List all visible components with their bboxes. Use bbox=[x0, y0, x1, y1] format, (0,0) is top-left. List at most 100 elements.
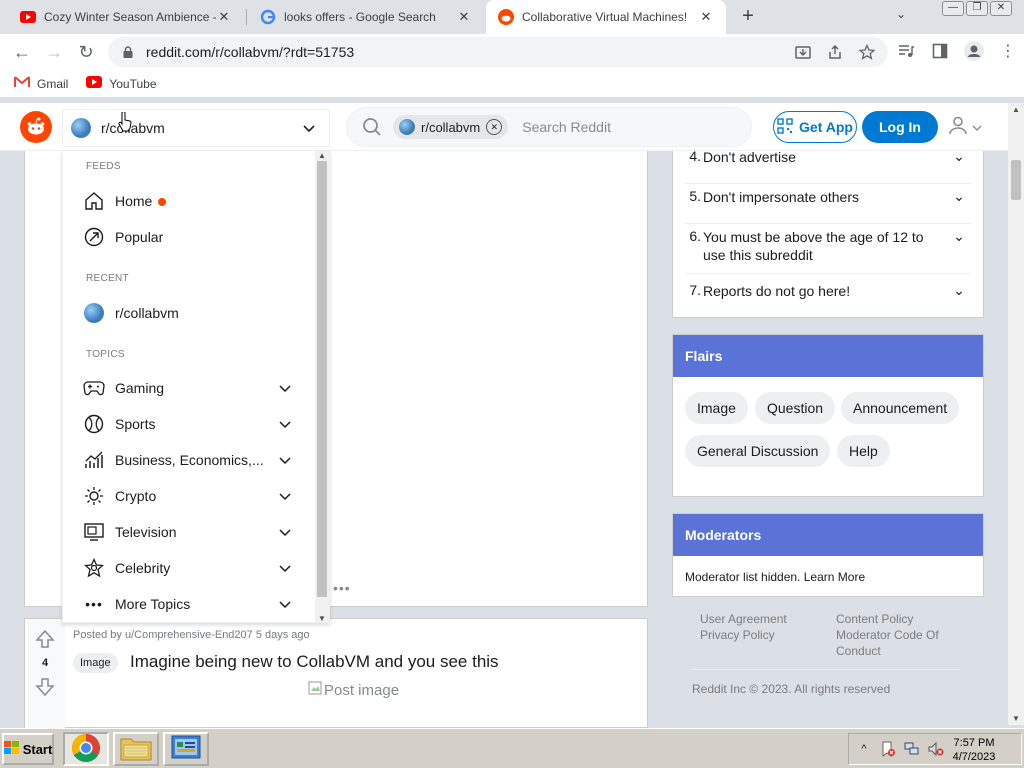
clear-chip-icon[interactable]: ✕ bbox=[486, 119, 503, 135]
get-app-button[interactable]: Get App bbox=[773, 111, 857, 143]
media-queue-icon[interactable] bbox=[896, 41, 916, 61]
search-bar[interactable]: r/collabvm ✕ Search Reddit bbox=[346, 107, 752, 147]
install-icon[interactable] bbox=[794, 43, 812, 61]
close-tab-icon[interactable]: ✕ bbox=[216, 9, 232, 25]
taskbar-control-panel[interactable] bbox=[163, 732, 209, 766]
tab-search-chevron-icon[interactable]: ⌄ bbox=[896, 7, 906, 21]
flair-general-discussion[interactable]: General Discussion bbox=[685, 435, 831, 467]
scroll-down-icon[interactable]: ▼ bbox=[315, 614, 329, 622]
clock-time: 7:57 PM bbox=[953, 737, 995, 749]
bookmark-star-icon[interactable] bbox=[858, 43, 876, 61]
side-panel-icon[interactable] bbox=[930, 41, 950, 61]
taskbar-chrome[interactable] bbox=[63, 732, 109, 766]
post-image[interactable]: Post image bbox=[308, 681, 399, 699]
dropdown-item-more-topics[interactable]: ••• More Topics bbox=[83, 592, 295, 616]
browser-menu-icon[interactable]: ⋮ bbox=[998, 41, 1018, 61]
network-icon[interactable] bbox=[903, 740, 921, 758]
scroll-up-icon[interactable]: ▲ bbox=[315, 151, 329, 160]
rule-item[interactable]: 6. You must be above the age of 12 to us… bbox=[685, 228, 971, 274]
dropdown-item-home[interactable]: Home bbox=[83, 189, 295, 213]
downvote-icon[interactable] bbox=[35, 677, 55, 697]
back-arrow-icon[interactable]: ← bbox=[10, 40, 34, 64]
tab-google-search[interactable]: looks offers - Google Search ✕ bbox=[248, 0, 484, 34]
address-bar[interactable]: reddit.com/r/collabvm/?rdt=51753 bbox=[108, 37, 888, 67]
search-input[interactable]: Search Reddit bbox=[522, 119, 611, 135]
dropdown-item-business[interactable]: Business, Economics,... bbox=[83, 448, 295, 472]
community-selector[interactable]: r/collabvm bbox=[62, 109, 330, 147]
dropdown-item-crypto[interactable]: Crypto bbox=[83, 484, 295, 508]
close-tab-icon[interactable]: ✕ bbox=[456, 9, 472, 25]
rule-text: You must be above the age of 12 to use t… bbox=[703, 229, 924, 263]
chevron-down-icon[interactable] bbox=[275, 416, 295, 432]
footer-link[interactable]: Privacy Policy bbox=[700, 627, 787, 643]
rule-item[interactable]: 4. Don't advertise ⌄ bbox=[685, 148, 971, 184]
bookmark-gmail[interactable]: Gmail bbox=[14, 76, 68, 91]
tv-icon bbox=[83, 521, 105, 543]
chevron-down-icon[interactable] bbox=[275, 524, 295, 540]
start-button[interactable]: Start bbox=[2, 733, 54, 765]
gamepad-icon bbox=[83, 377, 105, 399]
dropdown-item-television[interactable]: Television bbox=[83, 520, 295, 544]
chevron-down-icon[interactable] bbox=[275, 380, 295, 396]
search-community-chip[interactable]: r/collabvm ✕ bbox=[393, 115, 509, 139]
dropdown-item-label: Sports bbox=[115, 416, 156, 432]
search-icon bbox=[361, 116, 383, 138]
tab-collabvm[interactable]: Collaborative Virtual Machines! ✕ bbox=[486, 0, 726, 34]
recent-heading: RECENT bbox=[86, 273, 129, 284]
scrollbar-thumb[interactable] bbox=[1011, 160, 1021, 200]
clock-date: 4/7/2023 bbox=[952, 751, 996, 763]
taskbar-file-explorer[interactable] bbox=[113, 732, 159, 766]
dropdown-item-collabvm[interactable]: r/collabvm bbox=[83, 301, 295, 325]
footer-link[interactable]: Content Policy bbox=[836, 611, 939, 627]
chevron-down-icon[interactable] bbox=[275, 596, 295, 612]
dropdown-item-celebrity[interactable]: Celebrity bbox=[83, 556, 295, 580]
post-card[interactable]: 4 Posted by u/Comprehensive-End207 5 day… bbox=[24, 618, 648, 729]
reload-icon[interactable]: ↻ bbox=[74, 40, 98, 64]
upvote-icon[interactable] bbox=[35, 629, 55, 649]
post-flair[interactable]: Image bbox=[73, 653, 118, 673]
action-center-icon[interactable] bbox=[879, 740, 897, 758]
log-in-button[interactable]: Log In bbox=[862, 111, 938, 143]
new-tab-icon[interactable]: + bbox=[737, 5, 759, 27]
dropdown-item-gaming[interactable]: Gaming bbox=[83, 376, 295, 400]
share-icon[interactable] bbox=[826, 43, 844, 61]
user-menu[interactable] bbox=[948, 115, 982, 138]
footer-link[interactable]: Moderator Code Of bbox=[836, 627, 939, 643]
close-window-icon[interactable]: ✕ bbox=[990, 1, 1012, 16]
dropdown-item-popular[interactable]: Popular bbox=[83, 225, 295, 249]
rule-item[interactable]: 5. Don't impersonate others ⌄ bbox=[685, 188, 971, 224]
dropdown-scrollbar[interactable]: ▲ ▼ bbox=[315, 151, 329, 622]
clock[interactable]: 7:57 PM 4/7/2023 bbox=[949, 736, 999, 764]
more-options-icon[interactable]: ••• bbox=[333, 580, 351, 596]
rule-item[interactable]: 7. Reports do not go here! ⌄ bbox=[685, 282, 971, 310]
chevron-down-icon[interactable] bbox=[275, 488, 295, 504]
restore-icon[interactable]: ❐ bbox=[966, 1, 988, 16]
learn-more-link[interactable]: Learn More bbox=[804, 570, 865, 584]
flair-help[interactable]: Help bbox=[837, 435, 890, 467]
scroll-up-icon[interactable]: ▲ bbox=[1008, 105, 1024, 114]
bookmark-label: Gmail bbox=[37, 76, 69, 91]
page-scrollbar[interactable]: ▲ ▼ bbox=[1008, 103, 1024, 725]
window-controls: — ❐ ✕ bbox=[942, 1, 1012, 16]
profile-avatar-icon[interactable] bbox=[964, 41, 984, 61]
footer-link[interactable]: User Agreement bbox=[700, 611, 787, 627]
flair-announcement[interactable]: Announcement bbox=[841, 392, 960, 424]
chevron-down-icon: ⌄ bbox=[953, 188, 965, 204]
minimize-icon[interactable]: — bbox=[942, 1, 964, 16]
tab-youtube[interactable]: Cozy Winter Season Ambience - A ✕ bbox=[8, 0, 244, 34]
forward-arrow-icon[interactable]: → bbox=[42, 40, 66, 64]
post-title[interactable]: Imagine being new to CollabVM and you se… bbox=[130, 652, 499, 672]
volume-muted-icon[interactable] bbox=[927, 740, 945, 758]
bookmark-youtube[interactable]: YouTube bbox=[86, 76, 157, 91]
show-hidden-icons-icon[interactable]: ^ bbox=[855, 740, 873, 758]
flair-question[interactable]: Question bbox=[755, 392, 836, 424]
reddit-logo-icon[interactable] bbox=[20, 111, 52, 143]
close-tab-icon[interactable]: ✕ bbox=[698, 9, 714, 25]
chevron-down-icon[interactable] bbox=[275, 560, 295, 576]
flair-image[interactable]: Image bbox=[685, 392, 748, 424]
scroll-down-icon[interactable]: ▼ bbox=[1008, 714, 1024, 723]
dropdown-item-sports[interactable]: Sports bbox=[83, 412, 295, 436]
scrollbar-thumb[interactable] bbox=[317, 161, 327, 597]
footer-link[interactable]: Conduct bbox=[836, 643, 939, 659]
chevron-down-icon[interactable] bbox=[275, 452, 295, 468]
